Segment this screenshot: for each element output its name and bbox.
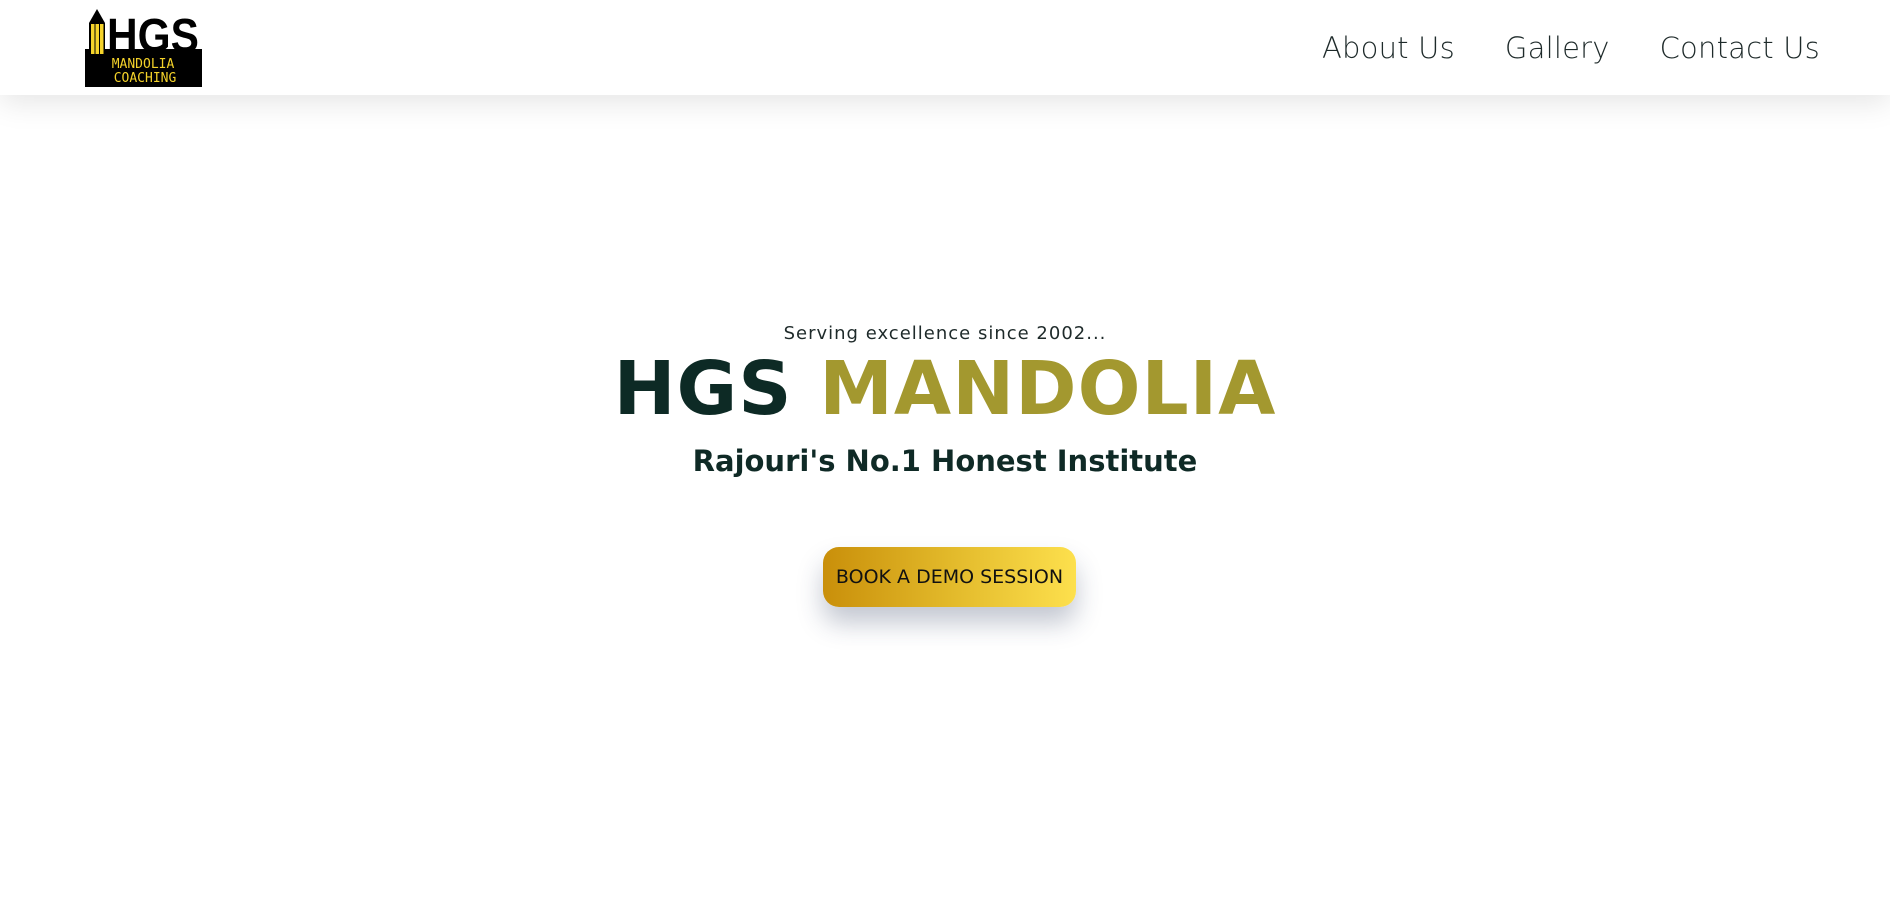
nav-gallery[interactable]: Gallery (1505, 31, 1610, 65)
svg-text:MANDOLIA: MANDOLIA (112, 57, 175, 72)
nav-contact-us[interactable]: Contact Us (1660, 31, 1820, 65)
navbar: HGS MANDOLIA COACHING About Us Gallery C… (0, 0, 1890, 95)
hero-title-hgs: HGS (613, 346, 793, 432)
book-demo-button[interactable]: BOOK A DEMO SESSION (823, 547, 1076, 607)
hero-section: Serving excellence since 2002... HGS MAN… (0, 95, 1890, 906)
main-nav: About Us Gallery Contact Us (1322, 0, 1820, 95)
hero-title-mandolia: MANDOLIA (819, 346, 1277, 432)
svg-text:COACHING: COACHING (114, 71, 177, 86)
hero-title: HGS MANDOLIA (0, 343, 1890, 436)
pencil-icon (89, 9, 105, 55)
site-logo[interactable]: HGS MANDOLIA COACHING (85, 9, 202, 87)
hgs-logo-graphic: HGS MANDOLIA COACHING (85, 9, 202, 87)
hero-tagline: Serving excellence since 2002... (783, 323, 1107, 344)
nav-about-us[interactable]: About Us (1322, 31, 1455, 65)
hero-subtitle: Rajouri's No.1 Honest Institute (692, 444, 1198, 478)
svg-text:HGS: HGS (107, 10, 199, 63)
